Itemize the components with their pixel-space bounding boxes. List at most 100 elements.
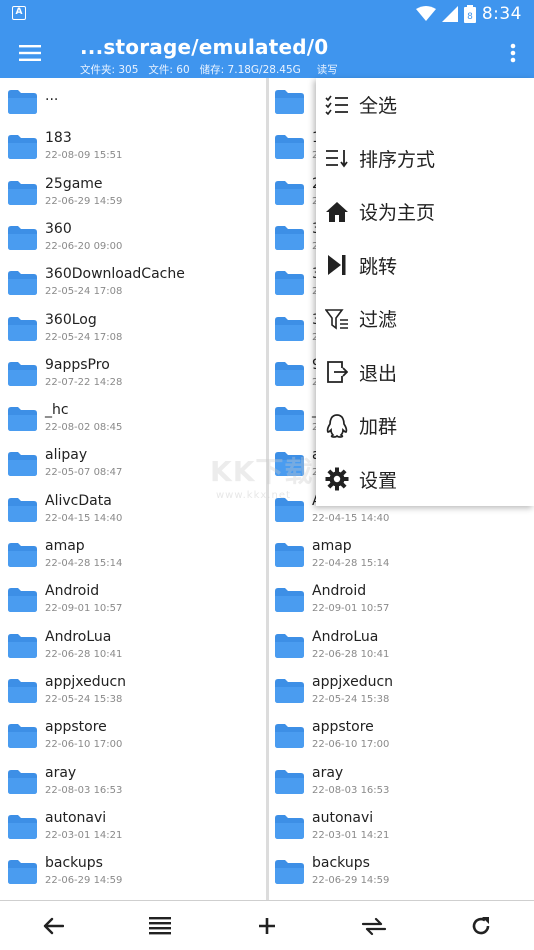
- file-date: 22-09-01 10:57: [45, 603, 123, 615]
- file-date: 22-06-29 14:59: [312, 875, 390, 887]
- more-options-button[interactable]: [498, 34, 528, 72]
- menu-item-label: 跳转: [359, 255, 398, 278]
- home-icon: [324, 199, 350, 225]
- folder-icon: [275, 497, 304, 522]
- folder-icon: [8, 316, 37, 341]
- menu-item[interactable]: 排序方式: [316, 132, 534, 186]
- file-name: autonavi: [45, 809, 107, 826]
- folder-icon: [8, 90, 37, 114]
- file-row[interactable]: appjxeducn 22-05-24 15:38: [269, 669, 534, 714]
- folder-icon: [275, 860, 304, 885]
- file-name: Android: [45, 583, 100, 600]
- menu-item-label: 设置: [359, 469, 398, 492]
- file-name: alipay: [45, 447, 88, 464]
- bottom-action-bar: [0, 900, 534, 950]
- folder-icon: [8, 361, 37, 386]
- file-row[interactable]: backups 22-06-29 14:59: [269, 850, 534, 895]
- file-name: backups: [312, 855, 370, 872]
- menu-item[interactable]: 跳转: [316, 239, 534, 293]
- file-date: 22-06-10 17:00: [45, 739, 123, 751]
- menu-item-label: 加群: [359, 416, 398, 439]
- refresh-icon: [472, 917, 490, 935]
- folder-icon: [8, 543, 37, 567]
- file-manager-app: A 8 8:34 ...storage/emulated/0 文件夹: 305 …: [0, 0, 534, 950]
- file-date: 22-04-28 15:14: [45, 558, 123, 569]
- filter-icon: [324, 306, 350, 332]
- folder-icon: [8, 769, 37, 794]
- menu-item[interactable]: 退出: [316, 346, 534, 400]
- file-row[interactable]: _hc 22-08-02 08:45: [0, 397, 266, 442]
- folder-icon: [275, 271, 304, 296]
- file-row[interactable]: 183 22-08-09 15:51: [0, 125, 266, 170]
- file-row[interactable]: aray 22-08-03 16:53: [269, 760, 534, 805]
- hamburger-menu-icon: [19, 45, 41, 61]
- file-date: 22-05-07 08:47: [45, 467, 123, 479]
- file-row[interactable]: appjxeducn 22-05-24 15:38: [0, 669, 266, 714]
- folder-icon: [8, 814, 37, 839]
- file-date: 22-06-29 14:59: [45, 875, 123, 887]
- file-row[interactable]: 9appsPro 22-07-22 14:28: [0, 352, 266, 397]
- menu-item-label: 全选: [359, 95, 398, 118]
- file-row[interactable]: amap 22-04-28 15:14: [269, 533, 534, 578]
- battery-icon: 8: [463, 5, 476, 23]
- file-row[interactable]: 360DownloadCache 22-05-24 17:08: [0, 261, 266, 306]
- file-row[interactable]: autonavi 22-03-01 14:21: [0, 805, 266, 850]
- back-button[interactable]: [35, 908, 71, 944]
- folder-icon: [275, 361, 304, 386]
- file-date: 22-06-28 10:41: [312, 648, 390, 660]
- list-view-button[interactable]: [142, 908, 178, 944]
- folder-icon: [275, 407, 304, 432]
- file-row[interactable]: alipay 22-05-07 08:47: [0, 442, 266, 487]
- file-row[interactable]: backups 22-06-29 14:59: [0, 850, 266, 895]
- file-name: AndroLua: [312, 628, 379, 645]
- file-date: 22-05-24 17:08: [45, 331, 123, 343]
- file-date: 22-05-24 15:38: [45, 693, 123, 705]
- file-name: Android: [312, 583, 367, 600]
- folder-icon: [8, 271, 37, 296]
- battery-label: 8: [467, 12, 473, 22]
- file-row[interactable]: AlivcData 22-04-15 14:40: [0, 488, 266, 533]
- menu-item[interactable]: 全选: [316, 78, 534, 132]
- file-date: 22-03-01 14:21: [45, 829, 123, 841]
- select-all-icon: [324, 92, 350, 118]
- file-row[interactable]: Android 22-09-01 10:57: [269, 578, 534, 623]
- file-row[interactable]: AndroLua 22-06-28 10:41: [0, 624, 266, 669]
- exit-icon: [324, 359, 350, 385]
- file-row[interactable]: 25game 22-06-29 14:59: [0, 171, 266, 216]
- menu-item[interactable]: 加群: [316, 399, 534, 453]
- file-date: 22-08-03 16:53: [312, 784, 390, 796]
- swap-panes-button[interactable]: [356, 908, 392, 944]
- menu-item[interactable]: 设为主页: [316, 185, 534, 239]
- folder-icon: [275, 180, 304, 205]
- hamburger-menu-button[interactable]: [10, 34, 50, 72]
- file-row[interactable]: 360Log 22-05-24 17:08: [0, 307, 266, 352]
- file-name: 183: [45, 130, 72, 147]
- folder-icon: [8, 180, 37, 205]
- refresh-button[interactable]: [463, 908, 499, 944]
- file-row[interactable]: AndroLua 22-06-28 10:41: [269, 624, 534, 669]
- status-bar: A 8 8:34: [0, 0, 534, 28]
- file-row[interactable]: autonavi 22-03-01 14:21: [269, 805, 534, 850]
- file-row[interactable]: appstore 22-06-10 17:00: [0, 714, 266, 759]
- file-name: amap: [312, 538, 352, 554]
- folder-icon: [8, 678, 37, 703]
- left-file-pane[interactable]: ... 183 22-08-09 15:51 25game 22-06-29 14:59…: [0, 78, 266, 900]
- folder-icon: [8, 724, 37, 749]
- folder-icon: [8, 860, 37, 885]
- add-button[interactable]: [249, 908, 285, 944]
- menu-item[interactable]: 设置: [316, 453, 534, 507]
- folder-icon: [275, 316, 304, 341]
- file-row[interactable]: Android 22-09-01 10:57: [0, 578, 266, 623]
- file-row[interactable]: aray 22-08-03 16:53: [0, 760, 266, 805]
- file-row[interactable]: 360 22-06-20 09:00: [0, 216, 266, 261]
- file-date: 22-06-10 17:00: [312, 739, 390, 751]
- folder-icon: [275, 135, 304, 160]
- status-icons: 8 8:34: [415, 4, 522, 24]
- file-row[interactable]: appstore 22-06-10 17:00: [269, 714, 534, 759]
- menu-item[interactable]: 过滤: [316, 292, 534, 346]
- file-date: 22-08-02 08:45: [45, 422, 123, 434]
- file-row[interactable]: ...: [0, 80, 266, 125]
- file-row[interactable]: amap 22-04-28 15:14: [0, 533, 266, 578]
- folder-icon: [275, 769, 304, 794]
- path-title: ...storage/emulated/0: [80, 35, 329, 59]
